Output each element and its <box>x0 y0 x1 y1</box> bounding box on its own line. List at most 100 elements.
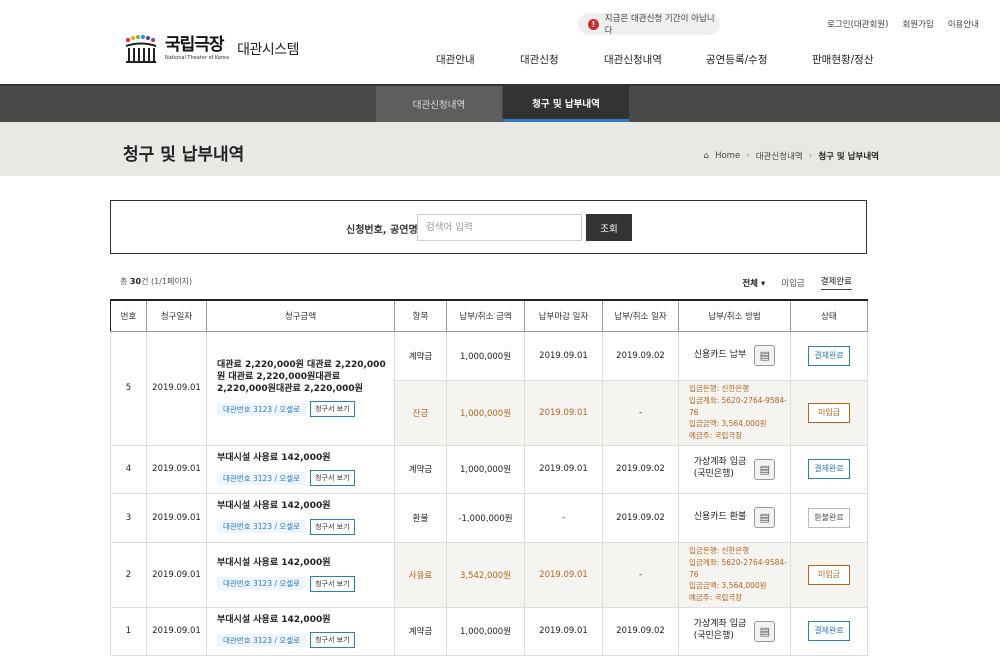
nav-rental-history[interactable]: 대관신청내역 <box>604 52 662 67</box>
cell-due: 2019.09.01 <box>524 444 603 494</box>
view-invoice-button[interactable]: 청구서 보기 <box>310 575 355 592</box>
view-invoice-button[interactable]: 청구서 보기 <box>310 470 355 487</box>
total-count: 30 <box>129 277 142 286</box>
status-badge[interactable]: 결제완료 <box>808 459 850 479</box>
bank-amount: 입금금액: 3,564,000원 <box>689 581 767 591</box>
caret-down-icon: ▾ <box>760 278 766 289</box>
table-header-row: 번호 청구일자 청구금액 항목 납부/취소 금액 납부마감 일자 납부/취소 일… <box>110 299 868 332</box>
col-due-date: 납부마감 일자 <box>524 299 603 332</box>
login-link[interactable]: 로그인(대관회원) <box>827 18 888 30</box>
cell-date: 2019.09.01 <box>146 541 207 608</box>
cell-amount: 부대시설 사용료 142,000원 대관번호 3123 / 오셀로 청구서 보기 <box>206 444 395 494</box>
cell-bank-info: 입금은행: 신한은행 입금계좌: 5620-2764-9584-76 입금금액:… <box>678 379 791 446</box>
rental-link[interactable]: 대관번호 3123 / 오셀로 <box>217 471 307 485</box>
search-box: 신청번호, 공연명 검색어 입력 조회 <box>110 200 867 254</box>
status-badge[interactable]: 결제완료 <box>808 345 850 366</box>
billing-table: 번호 청구일자 청구금액 항목 납부/취소 금액 납부마감 일자 납부/취소 일… <box>110 299 868 656</box>
status-badge[interactable]: 환불완료 <box>808 507 850 528</box>
method-label: 가상계좌 입금 (국민은행) <box>693 457 747 479</box>
receipt-icon[interactable]: ▤ <box>754 458 776 480</box>
receipt-icon[interactable]: ▤ <box>754 507 776 528</box>
sub-nav: 대관신청내역 청구 및 납부내역 <box>0 84 1000 122</box>
col-method: 납부/취소 방법 <box>678 299 791 332</box>
status-badge[interactable]: 결제완료 <box>808 621 850 641</box>
nav-rental-guide[interactable]: 대관안내 <box>436 52 475 67</box>
cell-item: 계약금 <box>394 444 447 494</box>
method-label: 신용카드 환불 <box>693 511 747 522</box>
header: 국립극장 National Theater of Korea 대관시스템 ! 지… <box>0 0 1000 84</box>
cell-paid: - <box>602 379 679 446</box>
cell-item: 계약금 <box>394 606 447 656</box>
view-invoice-button[interactable]: 청구서 보기 <box>310 518 355 535</box>
cell-no: 2 <box>110 541 147 608</box>
tab-billing-payment[interactable]: 청구 및 납부내역 <box>503 86 629 122</box>
breadcrumb-rental-history[interactable]: 대관신청내역 <box>756 150 803 162</box>
col-pay-amount: 납부/취소 금액 <box>446 299 525 332</box>
cell-due: - <box>524 492 603 543</box>
filter-all-dropdown[interactable]: 전체 ▾ <box>742 277 765 289</box>
filter-unpaid[interactable]: 미입금 <box>781 277 804 289</box>
table-row: 4 2019.09.01 부대시설 사용료 142,000원 대관번호 3123… <box>110 444 868 494</box>
cell-status: 결제완료 <box>790 330 868 381</box>
cell-pay: 3,542,000원 <box>446 541 525 608</box>
col-bill-amount: 청구금액 <box>206 299 395 332</box>
receipt-icon[interactable]: ▤ <box>754 345 776 366</box>
cell-paid: 2019.09.02 <box>602 444 679 494</box>
cell-due: 2019.09.01 <box>524 541 603 608</box>
guide-link[interactable]: 이용안내 <box>948 18 979 30</box>
cell-status: 환불완료 <box>790 492 868 543</box>
amount-text: 부대시설 사용료 142,000원 <box>217 558 331 569</box>
table-row: 3 2019.09.01 부대시설 사용료 142,000원 대관번호 3123… <box>110 492 868 543</box>
search-label: 신청번호, 공연명 <box>346 225 418 236</box>
cell-method: 가상계좌 입금 (국민은행) ▤ <box>678 444 791 494</box>
table-row: 5 2019.09.01 대관료 2,220,000원 대관료 2,220,00… <box>110 330 868 446</box>
tab-rental-history[interactable]: 대관신청내역 <box>376 86 502 122</box>
bank-amount: 입금금액: 3,564,000원 <box>689 419 767 429</box>
status-badge[interactable]: 미입금 <box>808 402 850 423</box>
cell-due: 2019.09.01 <box>524 606 603 656</box>
view-invoice-button[interactable]: 청구서 보기 <box>310 632 355 649</box>
breadcrumb-home[interactable]: Home <box>715 151 740 161</box>
table-row: 1 2019.09.01 부대시설 사용료 142,000원 대관번호 3123… <box>110 606 868 656</box>
cell-status: 미입금 <box>790 379 868 446</box>
nav-rental-apply[interactable]: 대관신청 <box>520 52 559 67</box>
status-badge[interactable]: 미입금 <box>808 564 850 585</box>
cell-pay: 1,000,000원 <box>446 606 525 656</box>
bank-account: 입금계좌: 5620-2764-9584-76 <box>689 558 787 579</box>
receipt-icon[interactable]: ▤ <box>754 620 776 642</box>
summary-prefix: 총 <box>120 277 128 286</box>
cell-method: 신용카드 납부 ▤ <box>678 330 791 381</box>
cell-date: 2019.09.01 <box>146 492 207 543</box>
rental-link[interactable]: 대관번호 3123 / 오셀로 <box>217 402 307 416</box>
col-paid-date: 납부/취소 일자 <box>602 299 679 332</box>
view-invoice-button[interactable]: 청구서 보기 <box>310 401 355 418</box>
filter-paid[interactable]: 결제완료 <box>820 275 852 290</box>
cell-date: 2019.09.01 <box>146 606 207 656</box>
cell-item: 잔금 <box>394 379 447 446</box>
nav-sales-settlement[interactable]: 판매현황/정산 <box>812 52 874 67</box>
main-nav: 대관안내 대관신청 대관신청내역 공연등록/수정 판매현황/정산 <box>0 52 1000 68</box>
rental-link[interactable]: 대관번호 3123 / 오셀로 <box>217 633 307 647</box>
bank-account: 입금계좌: 5620-2764-9584-76 <box>689 396 787 417</box>
period-notice: ! 지금은 대관신청 기간이 아닙니다 <box>578 13 720 36</box>
nav-show-register[interactable]: 공연등록/수정 <box>706 52 768 67</box>
col-item: 항목 <box>394 299 447 332</box>
cell-pay: 1,000,000원 <box>446 330 525 381</box>
search-input[interactable]: 검색어 입력 <box>417 214 582 241</box>
signup-link[interactable]: 회원가입 <box>902 18 933 30</box>
cell-date: 2019.09.01 <box>146 330 207 446</box>
breadcrumb-current: 청구 및 납부내역 <box>818 152 879 162</box>
table-row: 2 2019.09.01 부대시설 사용료 142,000원 대관번호 3123… <box>110 541 868 608</box>
search-button[interactable]: 조회 <box>586 214 632 241</box>
cell-due: 2019.09.01 <box>524 330 603 381</box>
rental-link[interactable]: 대관번호 3123 / 오셀로 <box>217 577 307 591</box>
home-icon: ⌂ <box>703 151 710 161</box>
page-info: 건 (1/1페이지) <box>141 277 193 286</box>
cell-amount: 대관료 2,220,000원 대관료 2,220,000원 대관료 2,220,… <box>206 330 395 446</box>
cell-due: 2019.09.01 <box>524 379 603 446</box>
cell-pay: -1,000,000원 <box>446 492 525 543</box>
amount-text: 부대시설 사용료 142,000원 <box>217 501 331 512</box>
rental-link[interactable]: 대관번호 3123 / 오셀로 <box>217 520 307 534</box>
cell-paid: 2019.09.02 <box>602 606 679 656</box>
bank-name: 입금은행: 신한은행 <box>689 546 750 556</box>
